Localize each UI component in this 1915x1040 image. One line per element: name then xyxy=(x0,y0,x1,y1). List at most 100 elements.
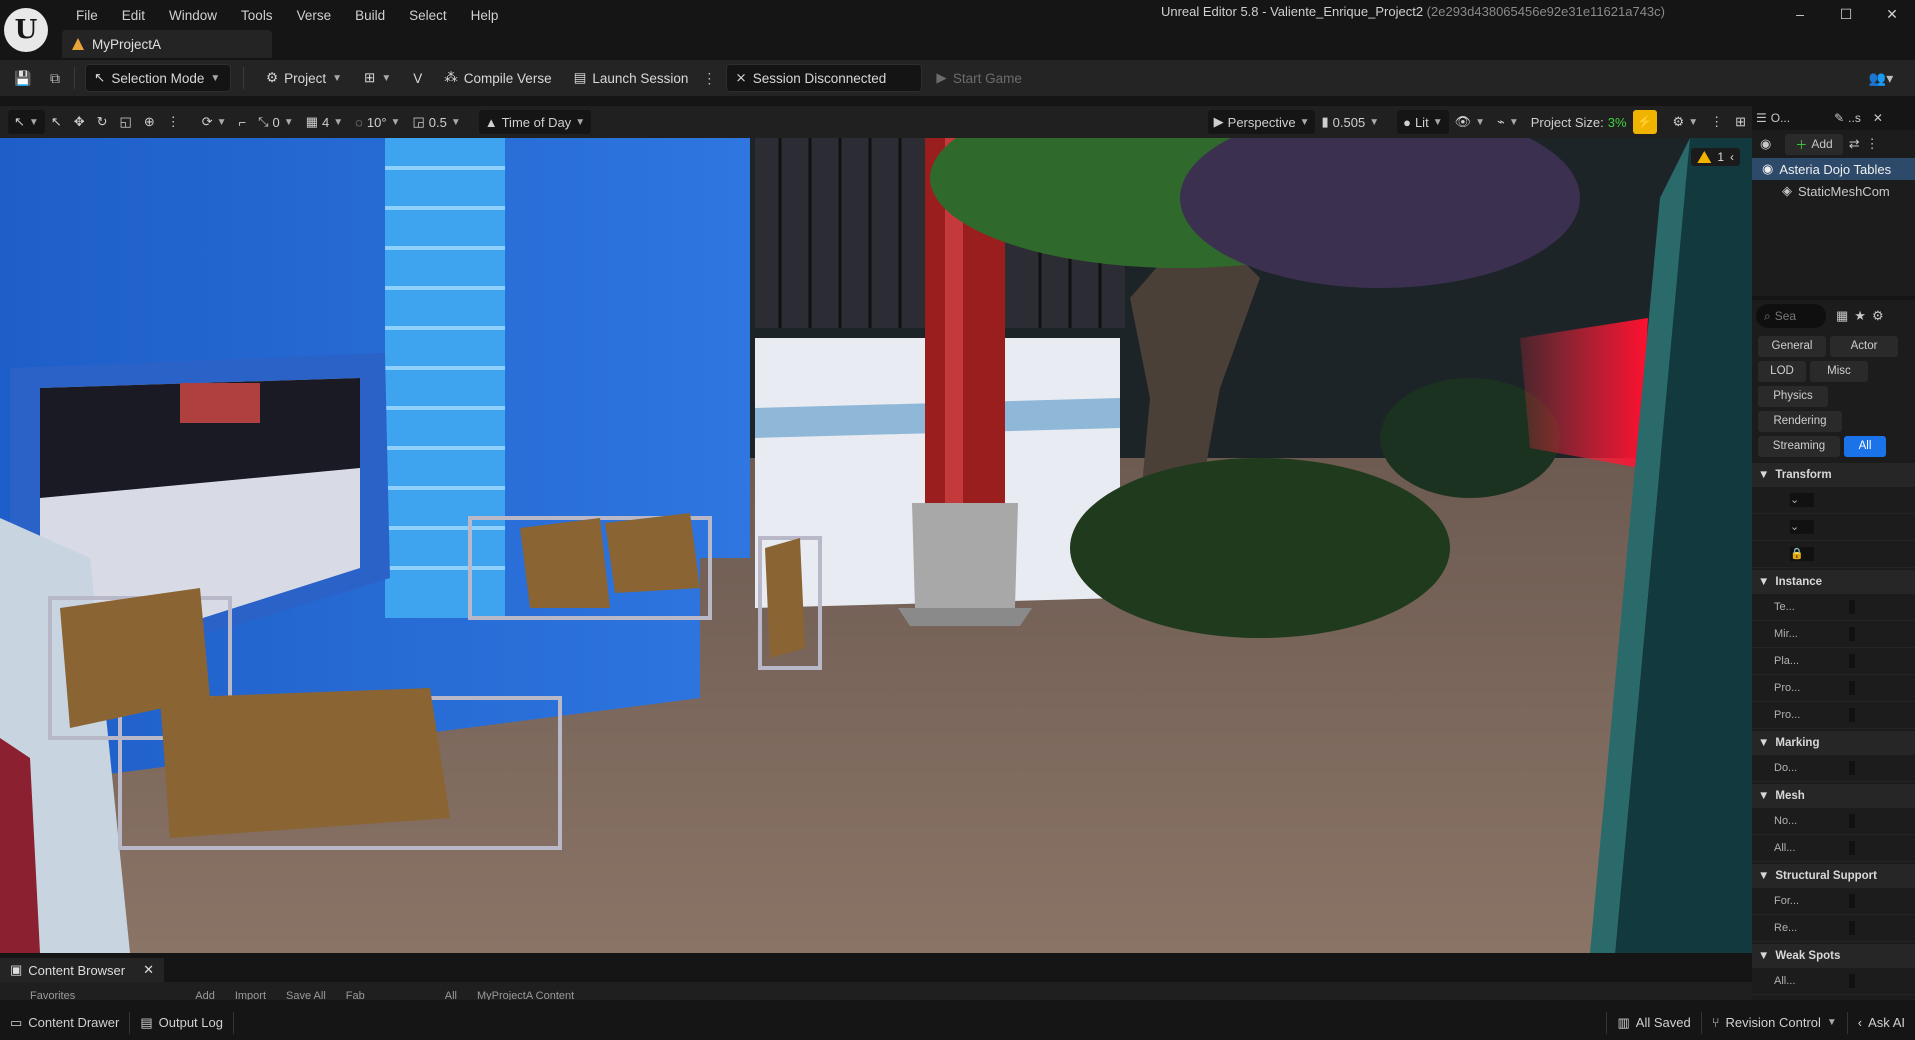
filter-general[interactable]: General xyxy=(1758,336,1826,357)
section-transform[interactable]: ▼ Transform xyxy=(1752,463,1915,487)
property-row[interactable]: Pro... xyxy=(1752,675,1915,702)
performance-button[interactable]: ⌁ ▼ xyxy=(1491,110,1525,134)
content-browser-tab[interactable]: ▣ Content Browser ✕ xyxy=(0,958,165,982)
menu-select[interactable]: Select xyxy=(397,6,459,26)
property-row[interactable]: Pla... xyxy=(1752,648,1915,675)
users-icon[interactable]: 👥▾ xyxy=(1861,65,1901,91)
viewport-more-icon[interactable]: ⋮ xyxy=(1704,110,1729,134)
settings-icon[interactable]: ⚙ xyxy=(1872,308,1884,324)
transform-row[interactable]: ⌄ xyxy=(1752,487,1915,514)
menu-build[interactable]: Build xyxy=(343,6,397,26)
favorites-label[interactable]: Favorites xyxy=(30,990,75,1000)
filter-all[interactable]: All xyxy=(1844,436,1886,457)
menu-file[interactable]: File xyxy=(64,6,110,26)
level-viewport[interactable]: 1 ‹ xyxy=(0,138,1752,953)
filter-lod[interactable]: LOD xyxy=(1758,361,1806,382)
menu-tools[interactable]: Tools xyxy=(229,6,285,26)
outliner-item[interactable]: ◈ StaticMeshCom xyxy=(1752,180,1915,202)
rotate-icon[interactable]: ↻ xyxy=(91,110,114,134)
all-path-label[interactable]: All xyxy=(445,990,457,1000)
source-control-icon[interactable]: ⧉ xyxy=(42,65,68,91)
scale-snap-button[interactable]: ◲ 0.5 ▼ xyxy=(406,110,466,134)
table-view-icon[interactable]: ▦ xyxy=(1836,308,1848,324)
select-tool-button[interactable]: ↖ ▼ xyxy=(8,110,45,134)
more-icon[interactable]: ⋮ xyxy=(1866,136,1879,152)
perspective-button[interactable]: ▶ Perspective ▼ xyxy=(1207,110,1316,134)
selection-mode-button[interactable]: ↖ Selection Mode ▼ xyxy=(85,64,231,92)
details-search[interactable]: ⌕ Sea xyxy=(1756,304,1826,328)
more-options-icon[interactable]: ⋮ xyxy=(696,65,722,91)
filter-actor[interactable]: Actor xyxy=(1830,336,1898,357)
menu-edit[interactable]: Edit xyxy=(110,6,157,26)
fab-label[interactable]: Fab xyxy=(346,990,365,1000)
content-path-label[interactable]: MyProjectA Content xyxy=(477,990,574,1000)
property-row[interactable]: Re... xyxy=(1752,915,1915,942)
close-icon[interactable]: ✕ xyxy=(143,962,154,978)
save-all-label[interactable]: Save All xyxy=(286,990,326,1000)
angle-snap-button[interactable]: ◌ 10° ▼ xyxy=(349,110,406,134)
menu-window[interactable]: Window xyxy=(157,6,229,26)
property-row[interactable]: All... xyxy=(1752,835,1915,862)
close-panel-icon[interactable]: ✕ xyxy=(1873,111,1883,125)
maximize-button[interactable]: ☐ xyxy=(1823,0,1869,28)
property-row[interactable]: Mir... xyxy=(1752,621,1915,648)
favorites-icon[interactable]: ★ xyxy=(1854,308,1866,324)
translate-icon[interactable]: ✥ xyxy=(68,110,91,134)
section-instance[interactable]: ▼ Instance xyxy=(1752,570,1915,594)
world-space-icon[interactable]: ⊕ xyxy=(138,110,161,134)
transform-row[interactable]: 🔒 xyxy=(1752,541,1915,568)
output-log-button[interactable]: ▤ Output Log xyxy=(130,1005,233,1040)
layout-icon[interactable]: ⊞ xyxy=(1729,110,1752,134)
all-saved-button[interactable]: ▥ All Saved xyxy=(1607,1005,1700,1040)
section-structural-support[interactable]: ▼ Structural Support xyxy=(1752,864,1915,888)
snap-button[interactable]: ⌐ xyxy=(233,110,253,134)
section-marking[interactable]: ▼ Marking xyxy=(1752,731,1915,755)
add-label[interactable]: Add xyxy=(195,990,215,1000)
menu-help[interactable]: Help xyxy=(459,6,511,26)
project-tab[interactable]: MyProjectA xyxy=(62,30,272,58)
transform-row[interactable]: ⌄ xyxy=(1752,514,1915,541)
import-label[interactable]: Import xyxy=(235,990,266,1000)
section-mesh[interactable]: ▼ Mesh xyxy=(1752,784,1915,808)
filter-streaming[interactable]: Streaming xyxy=(1758,436,1840,457)
select-icon[interactable]: ↖ xyxy=(45,110,68,134)
content-drawer-button[interactable]: ▭ Content Drawer xyxy=(0,1005,129,1040)
start-game-button[interactable]: ▶ Start Game xyxy=(928,64,1029,92)
unreal-logo-icon[interactable]: U xyxy=(4,8,48,52)
details-tab[interactable]: ..s xyxy=(1848,111,1861,125)
section-weak-spots[interactable]: ▼ Weak Spots xyxy=(1752,944,1915,968)
more-icon[interactable]: ⋮ xyxy=(161,110,186,134)
realtime-icon[interactable]: ⚡ xyxy=(1632,110,1657,134)
scale-icon[interactable]: ◱ xyxy=(114,110,138,134)
outliner-tab[interactable]: O... xyxy=(1771,111,1790,125)
rotation-snap-button[interactable]: ⤡ 0 ▼ xyxy=(252,110,300,134)
grid-snap-button[interactable]: ▦ 4 ▼ xyxy=(300,110,349,134)
property-row[interactable]: Te... xyxy=(1752,594,1915,621)
property-row[interactable]: Pro... xyxy=(1752,702,1915,729)
verse-button[interactable]: V xyxy=(405,64,430,92)
property-row[interactable]: For... xyxy=(1752,888,1915,915)
session-status[interactable]: ⨯ Session Disconnected xyxy=(726,64,923,92)
launch-session-button[interactable]: ▤ Launch Session xyxy=(566,64,697,92)
compile-verse-button[interactable]: ⁂ Compile Verse xyxy=(436,64,559,92)
warnings-badge[interactable]: 1 ‹ xyxy=(1691,148,1740,166)
blueprint-icon[interactable]: ⇄ xyxy=(1849,136,1860,152)
add-button[interactable]: ＋ Add xyxy=(1785,133,1843,155)
time-of-day-button[interactable]: ▲ Time of Day ▼ xyxy=(478,110,592,134)
ask-ai-button[interactable]: ‹ Ask AI xyxy=(1848,1005,1915,1040)
property-row[interactable]: No... xyxy=(1752,808,1915,835)
filter-rendering[interactable]: Rendering xyxy=(1758,411,1842,432)
add-content-button[interactable]: ⊞ ▼ xyxy=(356,64,399,92)
show-flags-button[interactable]: 👁 ▼ xyxy=(1449,110,1491,134)
filter-misc[interactable]: Misc xyxy=(1810,361,1868,382)
filter-physics[interactable]: Physics xyxy=(1758,386,1828,407)
surface-snap-button[interactable]: ⟳ ▼ xyxy=(196,110,233,134)
property-row[interactable]: All... xyxy=(1752,968,1915,995)
save-icon[interactable]: 💾 xyxy=(10,65,36,91)
view-mode-button[interactable]: ● Lit ▼ xyxy=(1397,110,1449,134)
viewport-settings-icon[interactable]: ⚙ ▼ xyxy=(1667,110,1705,134)
minimize-button[interactable]: – xyxy=(1777,0,1823,28)
outliner-item[interactable]: ◉ Asteria Dojo Tables xyxy=(1752,158,1915,180)
camera-speed-button[interactable]: ▮ 0.505 ▼ xyxy=(1315,110,1385,134)
menu-verse[interactable]: Verse xyxy=(285,6,344,26)
